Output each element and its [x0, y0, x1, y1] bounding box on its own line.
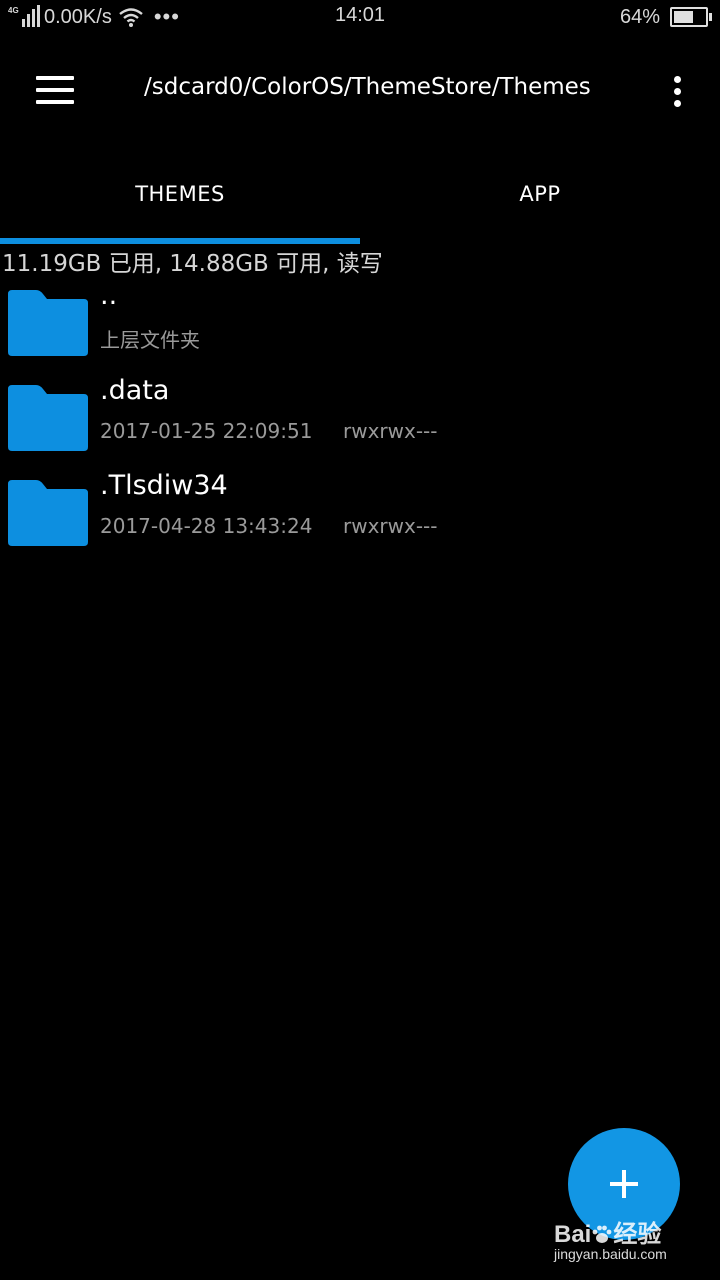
list-item-data[interactable]: .data 2017-01-25 22:09:51 rwxrwx---	[0, 375, 720, 469]
file-permissions: rwxrwx---	[343, 419, 438, 443]
status-bar: 4G 0.00K/s ••• 14:01 64%	[0, 0, 720, 34]
battery-fill	[674, 11, 693, 23]
paw-icon	[592, 1225, 612, 1243]
battery-percent: 64%	[619, 5, 660, 28]
file-name: ..	[100, 280, 118, 311]
watermark-url: jingyan.baidu.com	[554, 1246, 667, 1262]
menu-icon[interactable]	[36, 76, 76, 106]
file-date: 2017-01-25 22:09:51	[100, 419, 313, 443]
battery-icon	[670, 7, 712, 27]
tab-app[interactable]: APP	[360, 164, 720, 238]
file-subtitle: 上层文件夹	[100, 328, 200, 352]
watermark-logo-right: 经验	[613, 1221, 662, 1248]
watermark: Bai 经验 jingyan.baidu.com	[554, 1214, 694, 1270]
tab-themes[interactable]: THEMES	[0, 164, 360, 238]
watermark-logo: Bai 经验	[554, 1214, 661, 1249]
file-permissions: rwxrwx---	[343, 514, 438, 538]
folder-icon	[8, 480, 88, 546]
watermark-logo-left: Bai	[554, 1221, 592, 1248]
folder-icon	[8, 385, 88, 451]
screen: 4G 0.00K/s ••• 14:01 64% /sdcard0/ColorO…	[0, 0, 720, 1280]
current-path: /sdcard0/ColorOS/ThemeStore/Themes	[144, 74, 591, 100]
storage-info: 11.19GB 已用, 14.88GB 可用, 读写	[2, 251, 383, 277]
plus-icon	[622, 1170, 626, 1198]
list-item-tlsdiw34[interactable]: .Tlsdiw34 2017-04-28 13:43:24 rwxrwx---	[0, 470, 720, 564]
tab-bar: THEMES APP	[0, 164, 720, 246]
file-name: .Tlsdiw34	[100, 470, 228, 501]
folder-icon	[8, 290, 88, 356]
status-time: 14:01	[334, 4, 386, 26]
toolbar: /sdcard0/ColorOS/ThemeStore/Themes	[0, 40, 720, 144]
list-item-parent-folder[interactable]: .. 上层文件夹	[0, 280, 720, 374]
more-vert-icon[interactable]	[670, 74, 684, 110]
file-date: 2017-04-28 13:43:24	[100, 514, 313, 538]
status-right: 64%	[619, 4, 712, 30]
file-name: .data	[100, 375, 170, 406]
